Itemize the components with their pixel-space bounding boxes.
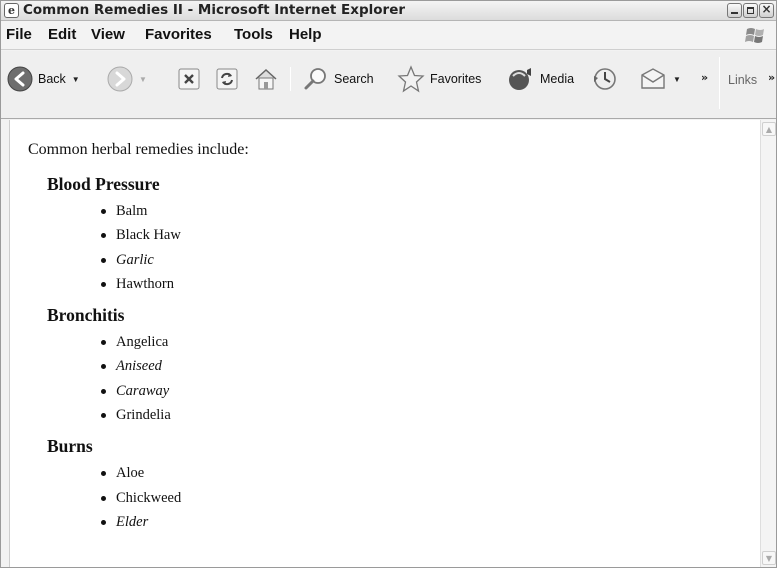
- search-label: Search: [334, 72, 374, 86]
- window-controls: ×: [727, 2, 774, 18]
- menu-favorites[interactable]: Favorites: [145, 26, 212, 43]
- toolbar-separator: [719, 57, 720, 109]
- search-icon: [304, 68, 326, 90]
- minimize-button[interactable]: [727, 3, 742, 18]
- vertical-scrollbar[interactable]: ▲ ▼: [760, 120, 776, 567]
- media-button[interactable]: Media: [507, 65, 574, 93]
- toolbar-separator: [290, 67, 291, 91]
- list-item: Hawthorn: [100, 272, 249, 296]
- mail-button[interactable]: ▼: [639, 65, 681, 93]
- home-icon: [255, 68, 277, 90]
- list-item: Grindelia: [100, 403, 249, 427]
- list-item: Caraway: [100, 379, 249, 403]
- list-item: Elder: [100, 510, 249, 534]
- scroll-up-button[interactable]: ▲: [762, 122, 776, 136]
- back-button[interactable]: Back ▼: [7, 65, 80, 93]
- list-item: Balm: [100, 199, 249, 223]
- back-arrow-icon: [7, 66, 33, 92]
- forward-arrow-icon: [107, 66, 133, 92]
- category-heading: Burns: [47, 436, 93, 457]
- browser-window: e Common Remedies II - Microsoft Interne…: [0, 0, 777, 568]
- favorites-star-icon: [397, 65, 425, 93]
- list-item: Aloe: [100, 461, 249, 485]
- window-title: Common Remedies II - Microsoft Internet …: [23, 2, 406, 18]
- intro-text: Common herbal remedies include:: [28, 141, 249, 158]
- list-item: Aniseed: [100, 354, 249, 378]
- list-item: Black Haw: [100, 223, 249, 247]
- remedy-list: Balm Black Haw Garlic Hawthorn: [100, 199, 249, 296]
- page-content: Common herbal remedies include: Blood Pr…: [9, 120, 760, 567]
- maximize-icon: [747, 7, 754, 14]
- toolbar: Back ▼ ▼ Search Favorites Media ▼ » Link…: [1, 51, 776, 119]
- category-heading: Bronchitis: [47, 305, 125, 326]
- media-label: Media: [540, 72, 575, 86]
- favorites-label: Favorites: [430, 72, 482, 86]
- media-icon: [509, 68, 531, 90]
- forward-button[interactable]: ▼: [107, 65, 147, 93]
- category-heading: Blood Pressure: [47, 174, 160, 194]
- scroll-down-button[interactable]: ▼: [762, 551, 776, 565]
- minimize-icon: [731, 12, 738, 14]
- home-button[interactable]: [252, 65, 280, 93]
- remedy-list: Aloe Chickweed Elder: [100, 461, 249, 534]
- menu-help[interactable]: Help: [289, 26, 322, 43]
- list-item: Chickweed: [100, 486, 249, 510]
- close-icon: ×: [761, 2, 772, 16]
- links-label[interactable]: Links: [728, 73, 757, 87]
- title-bar: e Common Remedies II - Microsoft Interne…: [1, 1, 776, 21]
- mail-icon: [641, 68, 665, 89]
- ie-page-icon: e: [4, 3, 19, 18]
- menu-view[interactable]: View: [91, 26, 125, 43]
- back-dropdown-icon[interactable]: ▼: [72, 75, 80, 84]
- favorites-button[interactable]: Favorites: [397, 65, 481, 93]
- windows-flag-icon: [745, 28, 764, 43]
- mail-dropdown-icon[interactable]: ▼: [673, 75, 681, 84]
- menu-edit[interactable]: Edit: [48, 26, 76, 43]
- list-item: Angelica: [100, 330, 249, 354]
- list-item: Garlic: [100, 248, 249, 272]
- menu-bar: File Edit View Favorites Tools Help: [1, 21, 776, 50]
- refresh-icon: [216, 68, 238, 90]
- remedy-list: Angelica Aniseed Caraway Grindelia: [100, 330, 249, 427]
- history-icon: [594, 68, 616, 90]
- close-button[interactable]: ×: [759, 2, 774, 18]
- toolbar-overflow-icon[interactable]: »: [701, 71, 708, 84]
- refresh-button[interactable]: [215, 65, 239, 93]
- search-button[interactable]: Search: [303, 65, 374, 93]
- stop-icon: [178, 68, 200, 90]
- links-overflow-icon[interactable]: »: [768, 71, 775, 84]
- forward-dropdown-icon[interactable]: ▼: [139, 75, 147, 84]
- history-button[interactable]: [592, 65, 618, 93]
- stop-button[interactable]: [177, 65, 201, 93]
- document: Common herbal remedies include: Blood Pr…: [28, 141, 249, 534]
- menu-file[interactable]: File: [6, 26, 32, 43]
- back-label: Back: [38, 72, 66, 86]
- menu-tools[interactable]: Tools: [234, 26, 273, 43]
- maximize-button[interactable]: [743, 3, 758, 18]
